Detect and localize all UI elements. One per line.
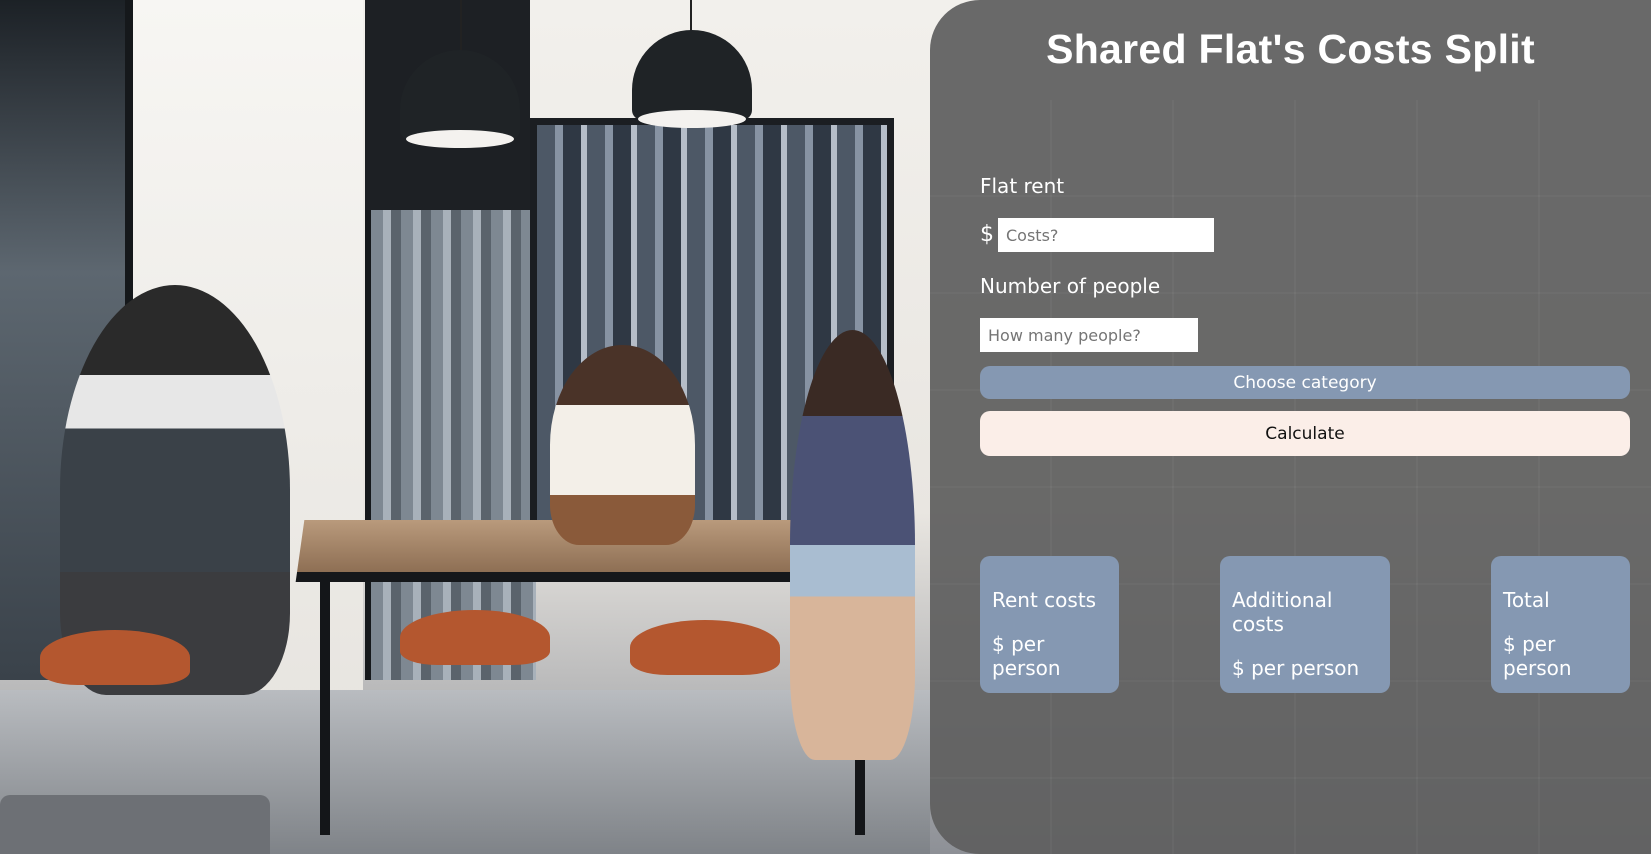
bar-stool (40, 630, 190, 685)
bar-stool (630, 620, 780, 675)
rent-costs-title: Rent costs (992, 588, 1097, 612)
flat-rent-label: Flat rent (980, 174, 1065, 198)
sofa (0, 795, 270, 854)
table-leg (320, 575, 330, 835)
total-card: Total $ per person (1491, 556, 1630, 693)
cost-split-panel: Shared Flat's Costs Split Flat rent $ Nu… (930, 0, 1651, 854)
rent-costs-value: $ per person (992, 632, 1061, 680)
total-value: $ per person (1503, 632, 1572, 680)
additional-costs-card: Additional costs $ per person (1220, 556, 1390, 693)
choose-category-button[interactable]: Choose category (980, 366, 1630, 399)
page-title: Shared Flat's Costs Split (1046, 26, 1535, 72)
rent-costs-card: Rent costs $ per person (980, 556, 1119, 693)
additional-costs-value: $ per person (1232, 656, 1360, 680)
number-of-people-label: Number of people (980, 274, 1161, 298)
person-standing-right (790, 330, 915, 760)
total-title: Total (1503, 588, 1550, 612)
person-seated-middle (550, 345, 695, 545)
additional-costs-title: Additional costs (1232, 588, 1333, 636)
middle-window (365, 210, 536, 680)
pendant-lamp (632, 30, 752, 128)
calculate-button[interactable]: Calculate (980, 411, 1630, 456)
currency-symbol: $ (980, 222, 994, 247)
people-count-input[interactable] (980, 318, 1198, 352)
bar-stool (400, 610, 550, 665)
rent-cost-input[interactable] (998, 218, 1214, 252)
